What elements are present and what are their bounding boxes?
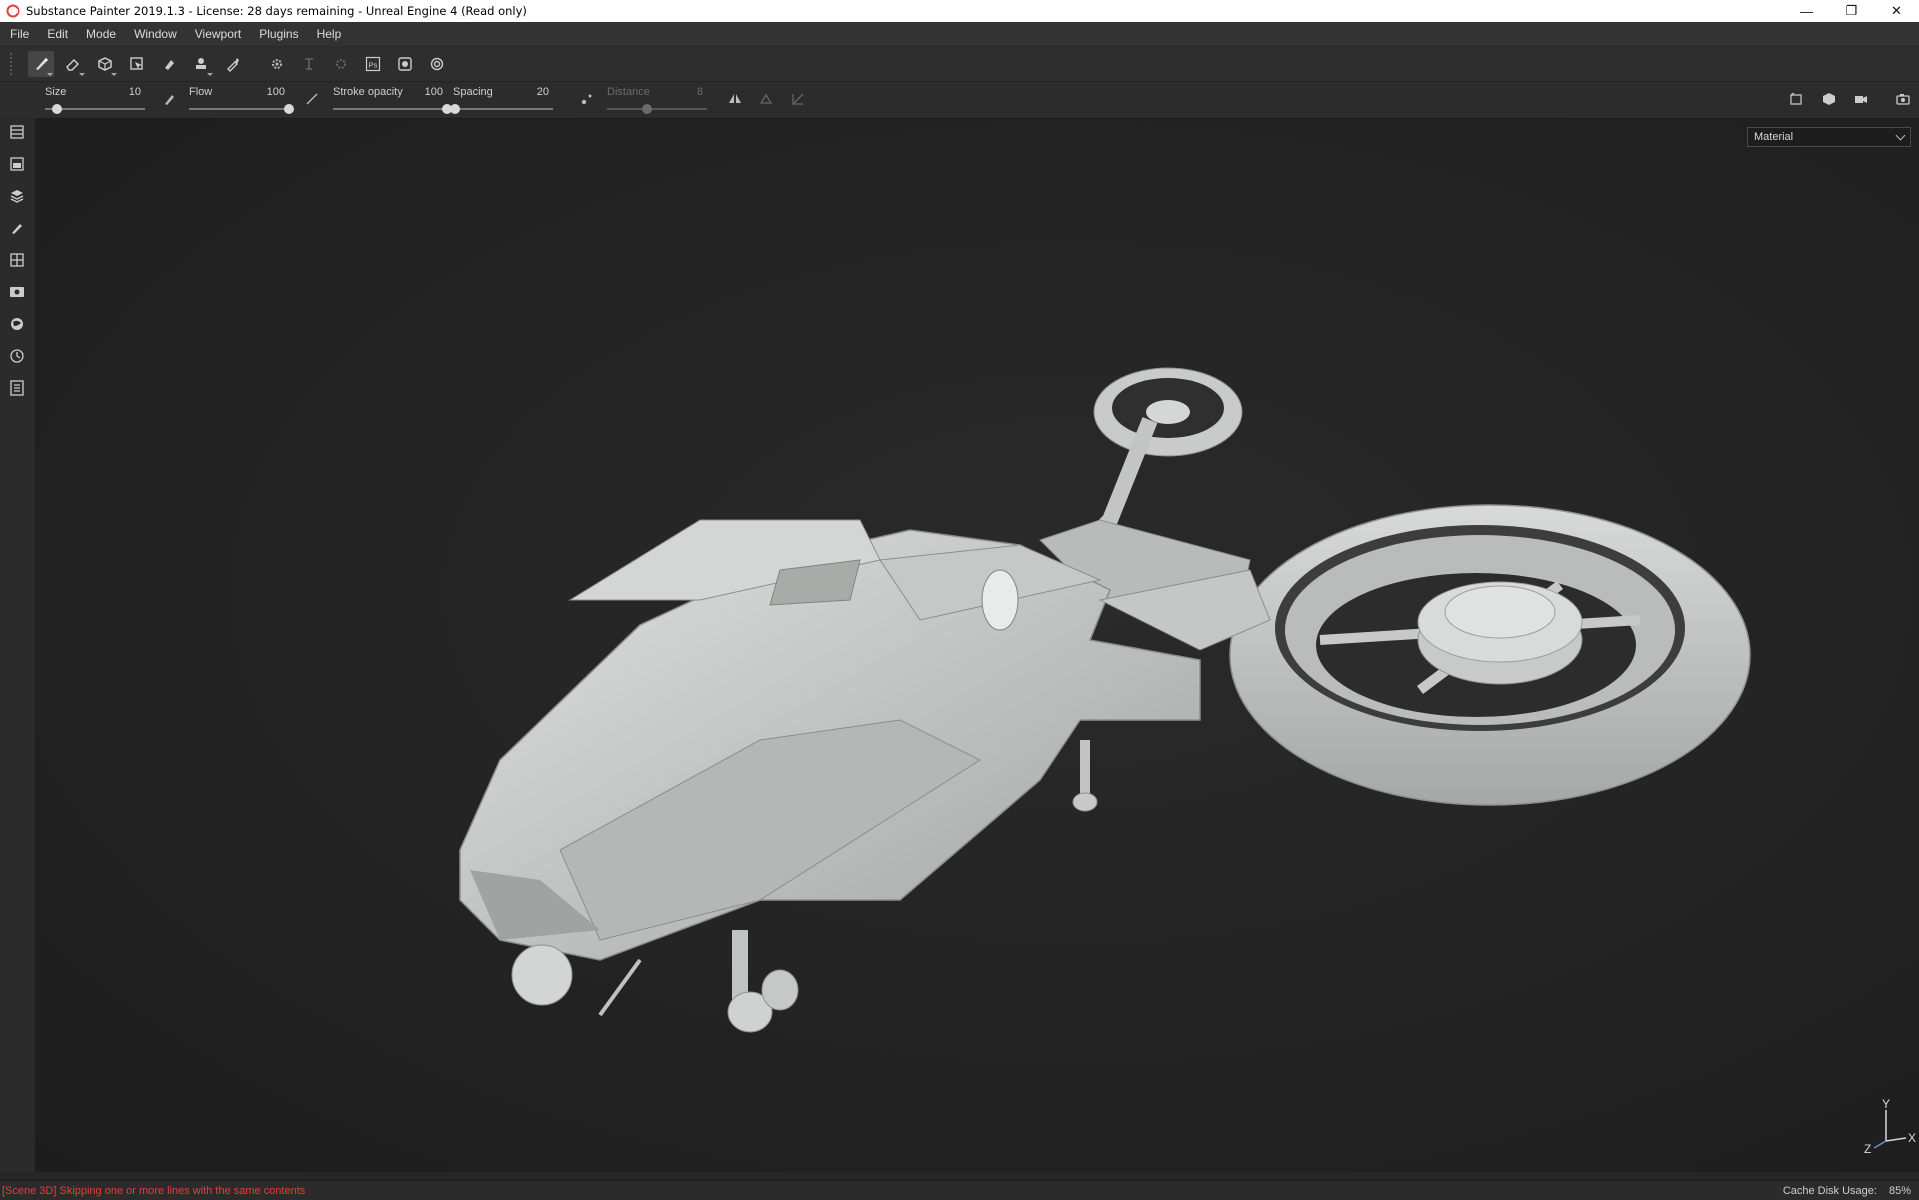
- flow-track[interactable]: [189, 108, 289, 110]
- menu-viewport[interactable]: Viewport: [186, 27, 250, 41]
- spacing-track[interactable]: [453, 108, 553, 110]
- flow-label: Flow: [189, 86, 213, 98]
- display-mode-icon[interactable]: [1820, 90, 1838, 108]
- stroke-icon[interactable]: [303, 90, 321, 108]
- size-slider[interactable]: Size 10: [45, 84, 145, 116]
- flow-slider[interactable]: Flow 100: [189, 84, 294, 116]
- clone-icon[interactable]: [188, 51, 214, 77]
- texture-set-settings-icon[interactable]: [8, 187, 26, 205]
- photoshop-export-icon[interactable]: Ps: [360, 51, 386, 77]
- status-message[interactable]: [Scene 3D] Skipping one or more lines wi…: [0, 1185, 1783, 1197]
- menu-window[interactable]: Window: [125, 27, 186, 41]
- 3d-viewport[interactable]: [36, 119, 1919, 1172]
- spacing-label: Spacing: [453, 86, 493, 98]
- y-axis-label: Y: [1882, 1097, 1890, 1111]
- brush-alpha-icon[interactable]: [160, 90, 178, 108]
- spacing-slider[interactable]: Spacing 20: [450, 84, 553, 116]
- log-icon[interactable]: [8, 379, 26, 397]
- toolbar-grip[interactable]: [10, 53, 18, 75]
- status-bar: [Scene 3D] Skipping one or more lines wi…: [0, 1180, 1919, 1200]
- tool-strip: Ps: [0, 47, 1919, 82]
- paint-brush-icon[interactable]: [28, 51, 54, 77]
- brush-settings-icon[interactable]: [8, 219, 26, 237]
- photoshop-label: Ps: [369, 61, 378, 70]
- display-settings-icon[interactable]: [8, 251, 26, 269]
- lazy-mouse-icon[interactable]: [578, 90, 596, 108]
- send-to-icon[interactable]: [296, 51, 322, 77]
- x-axis-label: X: [1908, 1131, 1916, 1145]
- symmetry-settings-icon[interactable]: [757, 90, 775, 108]
- geometry-icon[interactable]: [328, 51, 354, 77]
- minimize-button[interactable]: —: [1784, 0, 1829, 22]
- stroke-opacity-value[interactable]: 100: [425, 86, 443, 98]
- smudge-icon[interactable]: [156, 51, 182, 77]
- app-logo-icon: [6, 4, 20, 18]
- camera-icon[interactable]: [1852, 90, 1870, 108]
- axis-gizmo: Y X Z: [1864, 1097, 1916, 1156]
- left-dock-sidebar: [0, 118, 36, 1172]
- menu-mode[interactable]: Mode: [77, 27, 125, 41]
- layers-panel-icon[interactable]: [8, 123, 26, 141]
- size-label: Size: [45, 86, 67, 98]
- spacing-handle[interactable]: [450, 104, 460, 114]
- color-picker-icon[interactable]: [220, 51, 246, 77]
- restore-button[interactable]: ❐: [1829, 0, 1874, 22]
- viewer-settings-icon[interactable]: [8, 283, 26, 301]
- bake-icon[interactable]: [264, 51, 290, 77]
- texture-transform-icon[interactable]: [789, 90, 807, 108]
- flow-value[interactable]: 100: [267, 86, 285, 98]
- polygon-fill-icon[interactable]: [124, 51, 150, 77]
- export-textures-icon[interactable]: [392, 51, 418, 77]
- cache-disk-usage-value: 85%: [1888, 1184, 1911, 1197]
- menu-edit[interactable]: Edit: [38, 27, 77, 41]
- spacing-value[interactable]: 20: [537, 86, 549, 98]
- flow-handle[interactable]: [284, 104, 294, 114]
- projection-icon[interactable]: [92, 51, 118, 77]
- symmetry-icon[interactable]: [726, 90, 744, 108]
- size-handle[interactable]: [52, 104, 62, 114]
- chevron-down-icon: [1895, 130, 1906, 141]
- size-value[interactable]: 10: [129, 86, 141, 98]
- z-axis-line: [1873, 1140, 1887, 1149]
- stroke-opacity-track[interactable]: [333, 108, 447, 110]
- distance-slider: Distance 8: [607, 84, 707, 116]
- stroke-opacity-slider[interactable]: Stroke opacity 100: [333, 84, 452, 116]
- viewport-mode-value: Material: [1754, 131, 1794, 143]
- x-axis-line: [1885, 1137, 1907, 1142]
- settings-icon[interactable]: [424, 51, 450, 77]
- menu-help[interactable]: Help: [308, 27, 351, 41]
- distance-handle: [642, 104, 652, 114]
- viewport-mode-select[interactable]: Material: [1747, 127, 1911, 147]
- window-title: Substance Painter 2019.1.3 - License: 28…: [26, 4, 527, 18]
- helicopter-model[interactable]: [36, 119, 1919, 1172]
- menu-plugins[interactable]: Plugins: [250, 27, 307, 41]
- close-button[interactable]: ✕: [1874, 0, 1919, 22]
- distance-label: Distance: [607, 86, 650, 98]
- viewport-2d-3d-icon[interactable]: [1787, 90, 1805, 108]
- menu-file[interactable]: File: [0, 27, 38, 41]
- z-axis-label: Z: [1864, 1142, 1871, 1156]
- title-bar: Substance Painter 2019.1.3 - License: 28…: [0, 0, 1919, 22]
- history-icon[interactable]: [8, 347, 26, 365]
- texture-set-list-icon[interactable]: [8, 155, 26, 173]
- stroke-opacity-label: Stroke opacity: [333, 86, 403, 98]
- menu-bar: File Edit Mode Window Viewport Plugins H…: [0, 22, 1919, 47]
- cache-disk-usage-label: Cache Disk Usage:: [1782, 1184, 1877, 1197]
- shelf-icon[interactable]: [8, 315, 26, 333]
- screenshot-icon[interactable]: [1894, 90, 1912, 108]
- eraser-icon[interactable]: [60, 51, 86, 77]
- tool-properties-bar: Size 10 Flow 100 Stroke opacity 100 Spac…: [0, 82, 1919, 119]
- distance-value: 8: [696, 86, 703, 98]
- distance-track: [607, 108, 707, 110]
